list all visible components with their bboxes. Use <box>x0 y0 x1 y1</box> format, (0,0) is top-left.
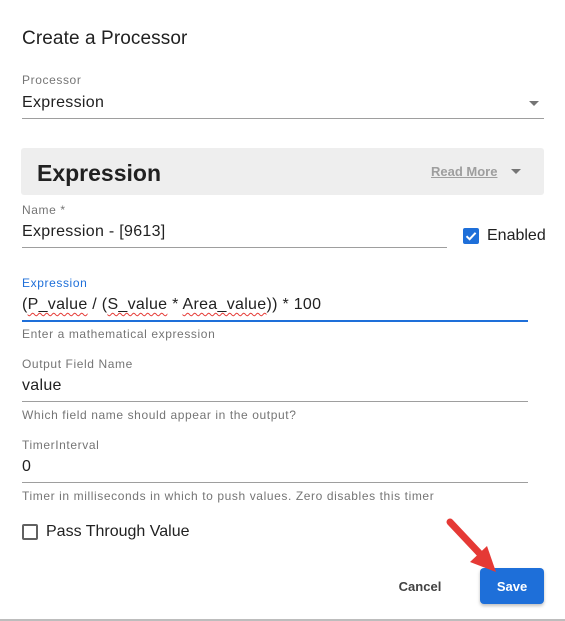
timer-interval-underline <box>22 482 528 483</box>
expression-input[interactable]: (P_value / (S_value * Area_value)) * 100 <box>22 296 321 314</box>
processor-value[interactable]: Expression <box>22 94 104 112</box>
expression-part-divide: / ( <box>87 296 108 313</box>
output-field-underline <box>22 401 528 402</box>
create-processor-dialog: Create a Processor Processor Expression … <box>0 0 565 621</box>
expression-hint: Enter a mathematical expression <box>22 327 216 341</box>
info-panel-title: Expression <box>37 160 161 186</box>
name-underline <box>22 247 447 248</box>
dialog-title: Create a Processor <box>22 28 188 49</box>
timer-interval-hint: Timer in milliseconds in which to push v… <box>22 489 435 503</box>
cancel-button[interactable]: Cancel <box>382 570 458 602</box>
output-field-label: Output Field Name <box>22 357 133 371</box>
read-more-link[interactable]: Read More <box>431 164 497 179</box>
enabled-label[interactable]: Enabled <box>487 227 546 245</box>
enabled-checkbox[interactable] <box>463 228 479 244</box>
output-field-input[interactable]: value <box>22 377 62 395</box>
checkmark-icon <box>465 232 477 241</box>
expression-token-area-value: Area_value <box>182 296 267 313</box>
output-field-hint: Which field name should appear in the ou… <box>22 408 297 422</box>
save-button[interactable]: Save <box>480 568 544 604</box>
expand-chevron-icon[interactable] <box>511 169 521 174</box>
chevron-down-icon[interactable] <box>529 101 539 106</box>
processor-info-panel: Expression Read More <box>21 148 544 195</box>
expression-label: Expression <box>22 276 88 290</box>
processor-underline <box>22 118 544 119</box>
expression-token-s-value: S_value <box>107 296 168 313</box>
timer-interval-input[interactable]: 0 <box>22 458 31 476</box>
expression-token-p-value: P_value <box>27 296 88 313</box>
processor-label: Processor <box>22 73 82 87</box>
expression-part-close: )) * 100 <box>266 296 322 313</box>
expression-underline <box>22 320 528 322</box>
expression-part-multiply: * <box>167 296 183 313</box>
name-input[interactable]: Expression - [9613] <box>22 223 166 241</box>
name-label: Name * <box>22 203 66 217</box>
pass-through-label[interactable]: Pass Through Value <box>46 523 190 541</box>
timer-interval-label: TimerInterval <box>22 438 100 452</box>
pass-through-checkbox[interactable] <box>22 524 38 540</box>
